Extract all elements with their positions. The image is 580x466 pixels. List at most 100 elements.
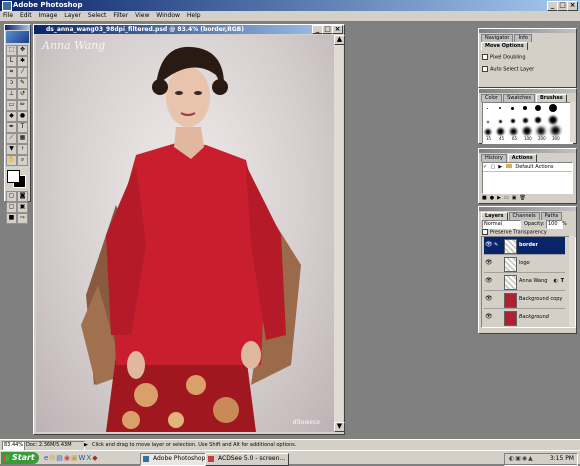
tab-brushes[interactable]: Brushes xyxy=(535,94,567,102)
menu-select[interactable]: Select xyxy=(88,12,107,19)
option-pixel-doubling[interactable]: Pixel Doubling xyxy=(482,54,573,61)
tab-layers[interactable]: Layers xyxy=(481,212,508,220)
brush-11[interactable] xyxy=(535,117,541,123)
desktop-icon[interactable]: ▤ xyxy=(56,454,64,462)
brush-10[interactable] xyxy=(523,118,528,123)
tab-swatches[interactable]: Swatches xyxy=(503,94,535,102)
menu-help[interactable]: Help xyxy=(187,12,201,19)
doc-close-button[interactable]: × xyxy=(332,25,343,34)
blur-tool-icon[interactable]: ◆ xyxy=(6,111,17,122)
slice-tool-icon[interactable]: ⁄ xyxy=(17,67,28,78)
foreground-color[interactable] xyxy=(7,170,20,183)
vertical-scrollbar[interactable]: ▲ ▼ xyxy=(334,35,345,432)
option-auto-select-layer[interactable]: Auto Select Layer xyxy=(482,65,573,72)
media-icon[interactable]: ◉ xyxy=(64,454,71,462)
auto-select-layer-checkbox[interactable] xyxy=(482,65,488,72)
action-dialog-icon[interactable]: ▢ xyxy=(491,163,497,171)
brush-17[interactable] xyxy=(537,127,545,135)
tab-color[interactable]: Color xyxy=(481,94,503,102)
tab-navigator[interactable]: Navigator xyxy=(481,34,514,42)
tray-icons[interactable]: ◐▣◉▲ xyxy=(509,454,534,464)
pen-tool-icon[interactable]: ✒ xyxy=(6,122,17,133)
paintbrush-tool-icon[interactable]: ✎ xyxy=(17,78,28,89)
brush-15[interactable] xyxy=(510,128,517,135)
hand-tool-icon[interactable]: ✋ xyxy=(6,155,17,166)
layer-row-anna-wang[interactable]: 👁 Anna Wang ◐ T xyxy=(484,273,565,291)
brush-1[interactable] xyxy=(487,108,488,109)
layer-row-border[interactable]: 👁 ✎ border xyxy=(484,237,565,255)
screen-mode-full-black-icon[interactable]: ■ xyxy=(6,213,17,224)
lasso-tool-icon[interactable]: ᒪ xyxy=(6,56,17,67)
brush-18[interactable] xyxy=(551,126,560,135)
toolbox-title-bar[interactable] xyxy=(5,25,30,30)
brush-16[interactable] xyxy=(523,127,531,135)
type-tool-icon[interactable]: T xyxy=(17,122,28,133)
tab-history[interactable]: History xyxy=(481,154,507,162)
menu-filter[interactable]: Filter xyxy=(113,12,128,19)
measure-tool-icon[interactable]: ⟋ xyxy=(6,133,17,144)
brush-5[interactable] xyxy=(535,105,541,111)
layers-scrollbar[interactable] xyxy=(569,236,575,326)
document-title-bar[interactable]: ds_anna_wang03_98dpi_filtered.psd @ 83.4… xyxy=(34,25,344,34)
menu-view[interactable]: View xyxy=(135,12,149,19)
action-set-row[interactable]: ✓ ▢ ▶ Default Actions xyxy=(483,163,572,172)
scroll-up-arrow-icon[interactable]: ▲ xyxy=(334,35,345,45)
brush-9[interactable] xyxy=(511,119,515,123)
close-button[interactable]: × xyxy=(567,1,578,11)
menu-edit[interactable]: Edit xyxy=(20,12,32,19)
explorer-icon[interactable]: ▣ xyxy=(71,454,79,462)
menu-window[interactable]: Window xyxy=(156,12,180,19)
visibility-eye-icon[interactable]: 👁 xyxy=(485,278,493,284)
brush-2[interactable] xyxy=(499,107,501,109)
tab-move-options[interactable]: Move Options xyxy=(481,42,528,50)
layer-row-background[interactable]: 👁 Background xyxy=(484,309,565,326)
document-canvas[interactable]: Anna Wang dSoweca xyxy=(36,35,334,432)
opacity-input[interactable]: 100 xyxy=(546,220,563,229)
expand-triangle-icon[interactable]: ▶ xyxy=(498,163,504,171)
brush-12[interactable] xyxy=(549,116,557,124)
tab-paths[interactable]: Paths xyxy=(540,212,563,220)
brush-4[interactable] xyxy=(523,106,527,110)
eraser-tool-icon[interactable]: ▭ xyxy=(6,100,17,111)
expand-arrow-icon[interactable]: ▶ xyxy=(84,440,88,450)
tab-channels[interactable]: Channels xyxy=(508,212,540,220)
preserve-transparency-checkbox[interactable] xyxy=(482,229,488,235)
magic-wand-tool-icon[interactable]: ✱ xyxy=(17,56,28,67)
paint-bucket-tool-icon[interactable]: ▼ xyxy=(6,144,17,155)
dodge-tool-icon[interactable]: ● xyxy=(17,111,28,122)
gradient-tool-icon[interactable]: ▦ xyxy=(17,133,28,144)
marquee-tool-icon[interactable]: ⬚ xyxy=(6,45,17,56)
visibility-eye-icon[interactable]: 👁 xyxy=(485,296,493,302)
color-swatches[interactable] xyxy=(6,169,29,189)
app-icon[interactable]: ◆ xyxy=(92,454,98,462)
layer-effects-icon[interactable]: ◐ xyxy=(554,273,558,290)
zoom-tool-icon[interactable]: ⌕ xyxy=(17,155,28,166)
record-icon[interactable]: ● xyxy=(490,195,497,201)
menu-layer[interactable]: Layer xyxy=(64,12,81,19)
standard-mode-icon[interactable]: ◻ xyxy=(6,191,17,202)
app-title-bar[interactable]: Adobe Photoshop _ □ × xyxy=(0,0,580,11)
layer-row-background-copy[interactable]: 👁 Background copy xyxy=(484,291,565,309)
screen-mode-full-icon[interactable]: ▣ xyxy=(17,202,28,213)
taskbar-button-acdsee[interactable]: ACDSee 5.0 - screen... xyxy=(205,453,289,466)
stamp-tool-icon[interactable]: ⊥ xyxy=(6,89,17,100)
brush-6[interactable] xyxy=(549,104,557,112)
scroll-down-arrow-icon[interactable]: ▼ xyxy=(334,422,345,432)
quick-mask-mode-icon[interactable]: ◙ xyxy=(17,191,28,202)
screen-mode-standard-icon[interactable]: ▢ xyxy=(6,202,17,213)
menu-image[interactable]: Image xyxy=(39,12,58,19)
brush-link-icon[interactable]: ✎ xyxy=(494,237,498,254)
brush-grid[interactable]: 35 45 65 100 200 300 xyxy=(482,102,573,144)
move-tool-icon[interactable]: ✥ xyxy=(17,45,28,56)
eyedropper-tool-icon[interactable]: ⟊ xyxy=(17,144,28,155)
tab-info[interactable]: Info xyxy=(514,34,532,42)
trash-icon[interactable]: 🗑 xyxy=(519,195,528,201)
start-button[interactable]: Start xyxy=(1,452,39,464)
history-brush-tool-icon[interactable]: ↺ xyxy=(17,89,28,100)
airbrush-tool-icon[interactable]: ↄ xyxy=(6,78,17,89)
menu-file[interactable]: File xyxy=(3,12,13,19)
crop-tool-icon[interactable]: ⌗ xyxy=(6,67,17,78)
tab-actions[interactable]: Actions xyxy=(507,154,537,162)
action-check-icon[interactable]: ✓ xyxy=(483,163,489,171)
brush-14[interactable] xyxy=(497,128,504,135)
